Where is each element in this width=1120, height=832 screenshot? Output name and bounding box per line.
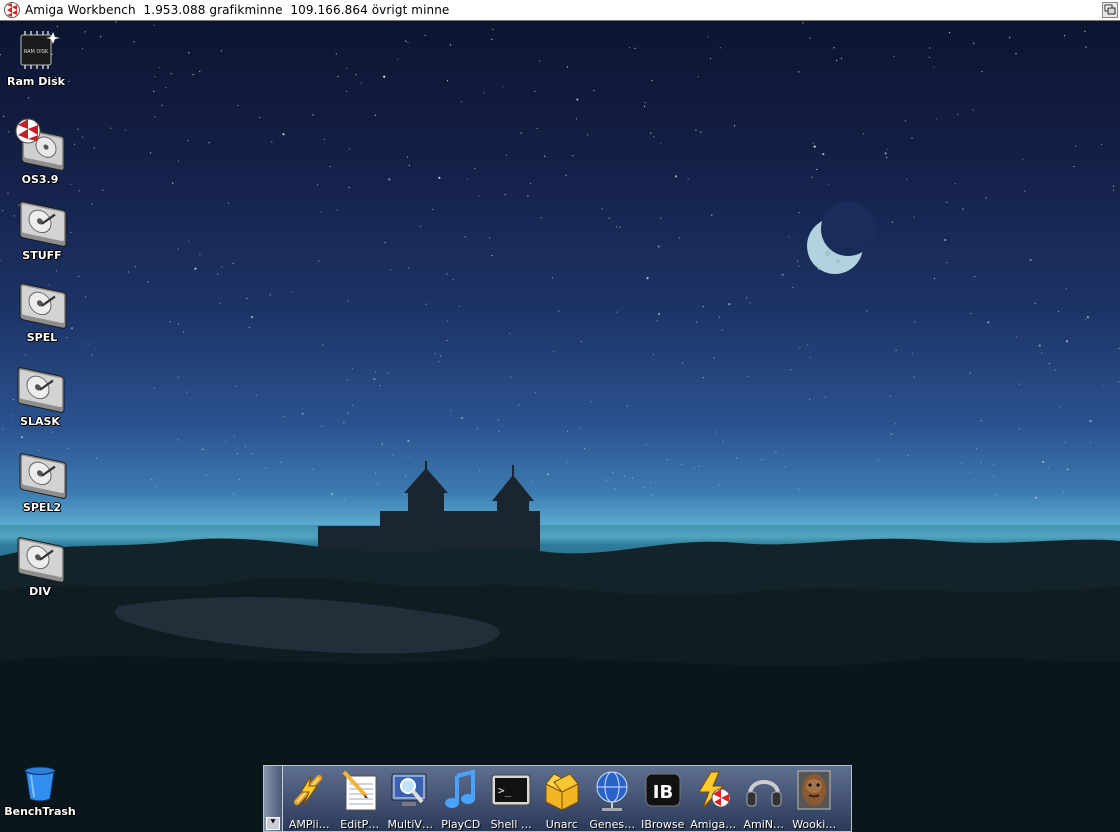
wookie-portrait-icon [797, 770, 831, 810]
icon-label: OS3.9 [21, 173, 59, 186]
dock-item-wookie[interactable]: Wooki… [789, 768, 840, 831]
moon-icon [807, 202, 875, 274]
spel2-disk-icon-item[interactable]: SPEL2 [0, 445, 84, 514]
trash-can-icon [24, 766, 56, 802]
hard-disk-icon [19, 201, 67, 247]
dock-item-multiview[interactable]: MultiV… [385, 768, 436, 831]
icon-label: Ram Disk [7, 75, 65, 88]
icon-label: STUFF [22, 249, 62, 262]
hard-disk-icon [19, 453, 67, 499]
icon-label: BenchTrash [4, 805, 76, 818]
ram-disk-icon-item[interactable]: RAM DISK Ram Disk [0, 29, 78, 88]
depth-gadget-icon[interactable] [1102, 2, 1118, 18]
app-dock[interactable]: ⯆ AMPli… EditP… MultiV… PlayCD >_ Shell … [263, 765, 852, 832]
headphones-icon [746, 780, 782, 807]
ibrowse-logo-icon: IB [645, 773, 681, 807]
boing-ball-icon [4, 2, 20, 18]
music-note-icon [444, 769, 475, 808]
amiga-boing-lightning-icon [698, 771, 731, 809]
div-disk-icon-item[interactable]: DIV [0, 529, 82, 598]
hard-disk-icon [17, 367, 65, 413]
notepad-pencil-icon [342, 770, 377, 811]
workbench-desktop[interactable]: RAM DISK Ram Disk OS3.9 STUFF SPEL SLASK… [0, 21, 1120, 832]
dock-item-unarc[interactable]: Unarc [537, 768, 588, 831]
magnifier-monitor-icon [391, 773, 427, 806]
dock-item-aminet[interactable]: AmiN… [739, 768, 790, 831]
open-box-icon [544, 773, 579, 811]
dock-handle[interactable]: ⯆ [264, 766, 283, 831]
ram-disk-chip-icon: RAM DISK [20, 31, 60, 69]
screen-title: Amiga Workbench 1.953.088 grafikminne 10… [25, 3, 450, 17]
dock-item-shell[interactable]: >_ Shell … [486, 768, 537, 831]
dock-item-ampli[interactable]: AMPli… [284, 768, 335, 831]
dock-menu-button[interactable]: ⯆ [266, 817, 280, 830]
icon-label: SPEL2 [22, 501, 62, 514]
hard-disk-icon [19, 283, 67, 329]
os39-disk-icon-item[interactable]: OS3.9 [0, 111, 82, 186]
screen-title-bar[interactable]: Amiga Workbench 1.953.088 grafikminne 10… [0, 0, 1120, 21]
backdrop-scenery [0, 202, 1120, 832]
dock-item-playcd[interactable]: PlayCD [436, 768, 487, 831]
ampli-lightning-icon [294, 775, 323, 807]
spel-disk-icon-item[interactable]: SPEL [0, 275, 84, 344]
boot-disk-icon [15, 118, 65, 171]
ram-disk-chip-text: RAM DISK [24, 49, 49, 55]
dock-item-ibrowse[interactable]: IB IBrowse [638, 768, 689, 831]
icon-label: SLASK [20, 415, 60, 428]
ibrowse-logo-text: IB [653, 782, 673, 803]
stuff-disk-icon-item[interactable]: STUFF [0, 193, 84, 262]
hard-disk-icon [17, 537, 65, 583]
dock-item-editpad[interactable]: EditP… [335, 768, 386, 831]
benchtrash-icon-item[interactable]: BenchTrash [0, 765, 82, 818]
slask-disk-icon-item[interactable]: SLASK [0, 359, 82, 428]
terminal-icon: >_ [491, 774, 531, 806]
dock-item-amiga[interactable]: Amiga… [688, 768, 739, 831]
terminal-prompt: >_ [498, 784, 512, 797]
globe-network-icon [596, 771, 628, 811]
dock-item-genesis[interactable]: Genes… [587, 768, 638, 831]
icon-label: DIV [29, 585, 51, 598]
icon-label: SPEL [26, 331, 58, 344]
